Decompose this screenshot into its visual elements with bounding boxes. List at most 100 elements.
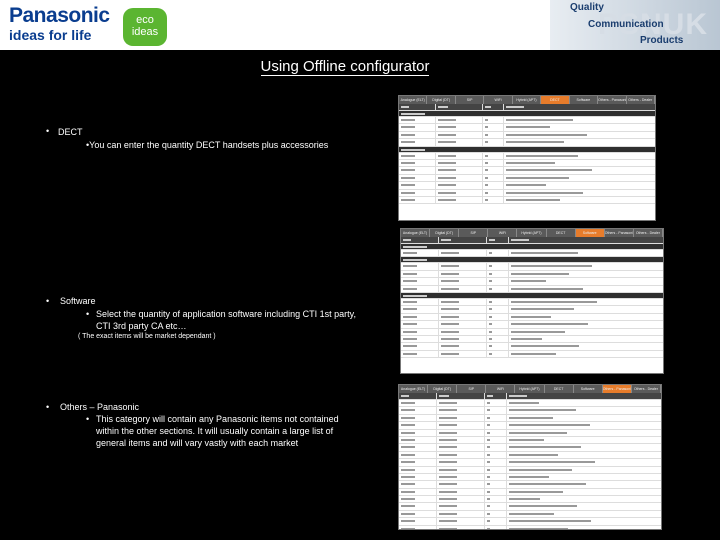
screenshot-row — [399, 436, 661, 445]
ideas-label: ideas — [131, 26, 159, 38]
screenshot-tab: SIP — [456, 96, 485, 104]
screenshot-row — [399, 131, 655, 140]
screenshot-row — [399, 429, 661, 437]
screenshot-tab: Hybrid (APT) — [513, 96, 542, 104]
screenshot-tab: WiFi — [488, 229, 518, 237]
screenshot-row — [401, 335, 663, 344]
panasonic-logo: Panasonic ideas for life — [9, 4, 110, 43]
screenshot-tab: SIP — [457, 385, 487, 393]
screenshot-row — [399, 510, 661, 519]
screenshot-row — [399, 451, 661, 460]
screenshot-row — [401, 313, 663, 322]
screenshot-row — [399, 414, 661, 423]
screenshot-row — [399, 488, 661, 497]
screenshot-row — [399, 444, 661, 452]
others-sub-line2: within the other sections. It will usual… — [96, 426, 334, 436]
screenshot-tab: Hybrid (APT) — [517, 229, 547, 237]
bullet-dot: • — [86, 309, 90, 319]
screenshot-tab: Others - Dealer — [634, 229, 663, 237]
bullet-dot: • — [46, 296, 50, 306]
software-heading: Software — [60, 296, 96, 306]
header-banner: Panasonic ideas for life eco ideas PSNUK… — [0, 0, 720, 50]
quality-label: Quality — [570, 2, 604, 13]
screenshot-tab: Others - Panasonic — [602, 385, 632, 393]
screenshot-row — [399, 174, 655, 183]
software-screenshot: Analogue (ELT) Digital (DT) SIP WiFi Hybrid … — [400, 228, 664, 374]
software-sub-line2: CTI 3rd party CA etc… — [96, 321, 187, 331]
screenshot-row — [401, 343, 663, 351]
slide-title-wrap: Using Offline configurator — [0, 58, 690, 76]
communication-label: Communication — [588, 19, 664, 30]
software-sub-line1: Select the quantity of application softw… — [96, 309, 356, 319]
products-label: Products — [640, 35, 684, 46]
screenshot-tab: Analogue (ELT) — [399, 96, 428, 104]
screenshot-tab: DECT — [547, 229, 576, 237]
screenshot-row — [399, 496, 661, 504]
screenshot-row — [399, 159, 655, 168]
screenshot-tab: DECT — [545, 385, 574, 393]
brand-tagline: ideas for life — [9, 27, 92, 43]
screenshot-tab: Analogue (ELT) — [399, 385, 429, 393]
eco-ideas-logo: eco ideas — [123, 8, 167, 46]
screenshot-row — [399, 481, 661, 489]
screenshot-tab: DECT — [541, 96, 570, 104]
screenshot-tab: Others - Panasonic — [604, 229, 634, 237]
screenshot-tab: Hybrid (APT) — [515, 385, 545, 393]
screenshot-row — [401, 278, 663, 286]
screenshot-row — [401, 250, 663, 258]
brand-name: Panasonic — [9, 4, 110, 27]
screenshot-header-row — [401, 237, 663, 244]
bullet-dot: • — [46, 126, 50, 136]
screenshot-row — [399, 518, 661, 526]
screenshot-tab: WiFi — [486, 385, 516, 393]
screenshot-row — [399, 117, 655, 125]
screenshot-tab-bar: Analogue (ELT) Digital (DT) SIP WiFi Hybrid … — [401, 229, 663, 237]
screenshot-tab: SIP — [459, 229, 489, 237]
others-sub-line1: This category will contain any Panasonic… — [96, 414, 339, 424]
screenshot-row — [401, 285, 663, 293]
screenshot-row — [399, 196, 655, 205]
screenshot-row — [399, 139, 655, 147]
dect-heading: DECT — [58, 127, 83, 137]
eco-label: eco — [136, 14, 154, 26]
screenshot-row — [399, 124, 655, 132]
screenshot-row — [401, 321, 663, 329]
screenshot-row — [399, 422, 661, 430]
screenshot-tab-bar: Analogue (ELT) Digital (DT) SIP WiFi Hybrid … — [399, 385, 661, 393]
slide-title: Using Offline configurator — [260, 58, 430, 76]
screenshot-row — [399, 400, 661, 408]
screenshot-row — [401, 263, 663, 271]
screenshot-row — [401, 350, 663, 359]
screenshot-row — [399, 525, 661, 529]
screenshot-tab: Analogue (ELT) — [401, 229, 431, 237]
others-sub-line3: general items and will vary vastly with … — [96, 438, 299, 448]
screenshot-row — [399, 459, 661, 467]
screenshot-row — [399, 152, 655, 160]
screenshot-row — [399, 466, 661, 474]
screenshot-tab: Digital (DT) — [428, 385, 458, 393]
bullet-dot: • — [86, 414, 90, 424]
others-heading: Others – Panasonic — [60, 402, 140, 412]
screenshot-row — [399, 503, 661, 511]
screenshot-header-row — [399, 104, 655, 111]
dect-screenshot: Analogue (ELT) Digital (DT) SIP WiFi Hybrid … — [398, 95, 656, 221]
screenshot-tab: Digital (DT) — [427, 96, 456, 104]
screenshot-row — [399, 473, 661, 482]
screenshot-row — [399, 189, 655, 197]
software-note: ( The exact items will be market dependa… — [78, 333, 216, 340]
screenshot-tab: Others - Dealer — [632, 385, 661, 393]
screenshot-tab: Others - Panasonic — [598, 96, 627, 104]
screenshot-tab: Software — [575, 229, 605, 237]
screenshot-tab-bar: Analogue (ELT) Digital (DT) SIP WiFi Hybrid … — [399, 96, 655, 104]
screenshot-row — [399, 182, 655, 190]
screenshot-tab: Digital (DT) — [430, 229, 460, 237]
dect-subtext: •You can enter the quantity DECT handset… — [86, 140, 329, 150]
screenshot-tab: WiFi — [484, 96, 513, 104]
others-screenshot: Analogue (ELT) Digital (DT) SIP WiFi Hybrid … — [398, 384, 662, 530]
screenshot-header-row — [399, 393, 661, 400]
screenshot-row — [401, 328, 663, 336]
screenshot-row — [401, 298, 663, 307]
screenshot-row — [399, 407, 661, 415]
screenshot-row — [401, 306, 663, 314]
screenshot-tab: Software — [574, 385, 603, 393]
